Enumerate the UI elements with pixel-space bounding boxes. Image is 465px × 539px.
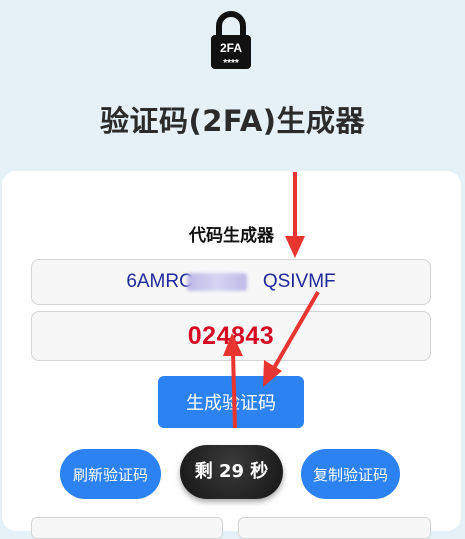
secret-prefix: 6AMRC (126, 271, 193, 292)
lock-icon: 2FA **** (211, 11, 251, 69)
otp-code-display: 024843 (31, 311, 431, 361)
copy-code-button[interactable]: 复制验证码 (301, 449, 400, 499)
secret-suffix: QSIVMF (262, 271, 336, 292)
generate-code-button[interactable]: 生成验证码 (158, 376, 304, 428)
bottom-field-right (238, 517, 431, 539)
bottom-field-left (31, 517, 223, 539)
generator-card: 代码生成器 6AMRC QSIVMF 024843 生成验证码 刷新验证码 剩 2… (2, 171, 461, 539)
lock-logo-mask: **** (223, 58, 239, 69)
refresh-code-button[interactable]: 刷新验证码 (60, 449, 161, 499)
secret-key-field[interactable]: 6AMRC QSIVMF (31, 259, 431, 305)
section-title: 代码生成器 (189, 226, 274, 246)
page-title: 验证码(2FA)生成器 (99, 104, 366, 138)
lock-logo-text: 2FA (220, 41, 242, 55)
redaction-blur (187, 273, 247, 291)
countdown-timer: 剩 29 秒 (180, 445, 283, 499)
